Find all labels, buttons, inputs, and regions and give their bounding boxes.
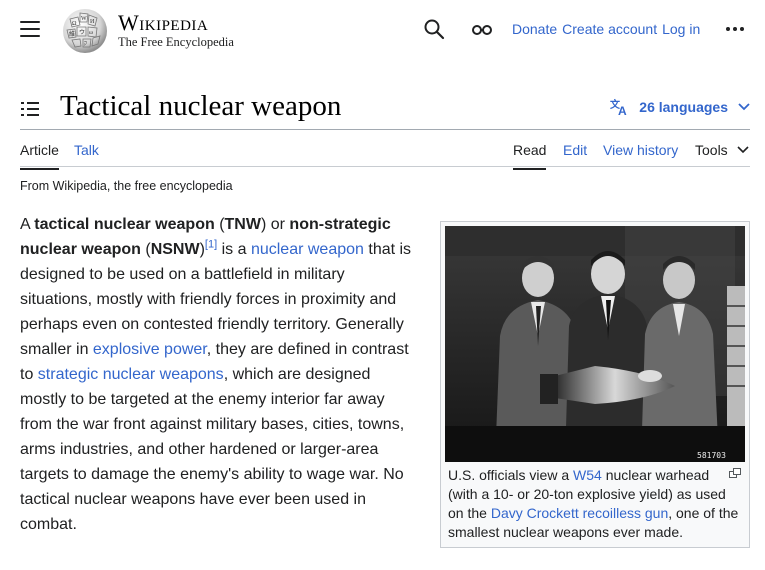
languages-label: 26 languages	[639, 99, 728, 115]
link-davy-crockett[interactable]: Davy Crockett recoilless gun	[491, 505, 668, 521]
tools-label: Tools	[695, 142, 728, 158]
w54-officials-photo[interactable]: 581703	[445, 226, 745, 462]
page-tabs: Article Talk Read Edit View history Tool…	[20, 131, 750, 170]
table-of-contents-icon[interactable]	[20, 100, 40, 118]
svg-text:A: A	[618, 104, 627, 116]
term-tnw: tactical nuclear weapon	[34, 216, 215, 233]
log-in-link[interactable]: Log in	[662, 21, 700, 37]
svg-text:Ω: Ω	[72, 21, 77, 27]
main-menu-icon[interactable]	[20, 21, 40, 37]
link-nuclear-weapon[interactable]: nuclear weapon	[251, 241, 364, 258]
text-p8: , which are designed mostly to be target…	[20, 366, 405, 533]
text-p1: (	[214, 216, 225, 233]
svg-text:И: И	[90, 19, 95, 25]
text-a: A	[20, 216, 35, 233]
languages-button[interactable]: 文 A 26 languages	[610, 98, 750, 116]
wikipedia-logo[interactable]: Ω W И ウ ω 維 ק Wikipedia The Free Encyclo…	[58, 5, 234, 55]
svg-text:ω: ω	[89, 30, 93, 36]
chevron-down-icon	[737, 146, 749, 154]
abbr-tnw: TNW	[224, 216, 261, 233]
wordmark-tagline: The Free Encyclopedia	[118, 35, 234, 49]
enlarge-icon[interactable]	[729, 468, 741, 478]
wikipedia-globe-icon: Ω W И ウ ω 維 ק	[63, 9, 107, 53]
tab-view-history[interactable]: View history	[603, 142, 678, 158]
text-p3: (	[140, 241, 151, 258]
tab-edit[interactable]: Edit	[563, 142, 587, 158]
link-strategic-nuclear-weapons[interactable]: strategic nuclear weapons	[38, 366, 224, 383]
personal-tools: Donate Create account Log in	[512, 21, 705, 37]
wordmark-title: Wikipedia	[118, 10, 209, 35]
title-row: Tactical nuclear weapon 文 A 26 languages	[20, 88, 750, 130]
chevron-down-icon	[738, 103, 750, 111]
abbr-nsnw: NSNW	[150, 241, 200, 258]
tab-article[interactable]: Article	[20, 142, 59, 170]
more-options-icon[interactable]	[726, 22, 746, 36]
reading-glasses-icon[interactable]	[471, 20, 493, 38]
article-lead: A tactical nuclear weapon (TNW) or non-s…	[20, 212, 420, 537]
svg-text:ק: ק	[84, 41, 87, 47]
svg-text:維: 維	[69, 30, 75, 38]
text-p2: ) or	[260, 216, 290, 233]
tab-talk[interactable]: Talk	[74, 142, 99, 158]
infobox-image: 581703 U.S. officials view a W54 nuclear…	[440, 221, 750, 548]
link-w54[interactable]: W54	[573, 467, 602, 483]
caption-text-1: U.S. officials view a	[448, 467, 574, 483]
text-p5: is a	[217, 241, 251, 258]
search-icon[interactable]	[423, 18, 445, 40]
site-header: Ω W И ウ ω 維 ק Wikipedia The Free Encyclo…	[0, 0, 765, 60]
photo-number: 581703	[697, 451, 726, 460]
tab-read[interactable]: Read	[513, 142, 547, 170]
reference-1[interactable]: [1]	[205, 239, 217, 251]
site-sub: From Wikipedia, the free encyclopedia	[20, 179, 233, 193]
svg-text:W: W	[81, 16, 87, 22]
create-account-link[interactable]: Create account	[562, 21, 657, 37]
link-explosive-power[interactable]: explosive power	[93, 341, 207, 358]
wordmark: Wikipedia The Free Encyclopedia	[118, 12, 234, 50]
translate-icon: 文 A	[610, 98, 627, 116]
page-title: Tactical nuclear weapon	[60, 90, 342, 122]
tools-menu[interactable]: Tools	[695, 142, 749, 158]
image-caption: U.S. officials view a W54 nuclear warhea…	[445, 462, 745, 542]
svg-text:ウ: ウ	[79, 28, 85, 36]
donate-link[interactable]: Donate	[512, 21, 557, 37]
